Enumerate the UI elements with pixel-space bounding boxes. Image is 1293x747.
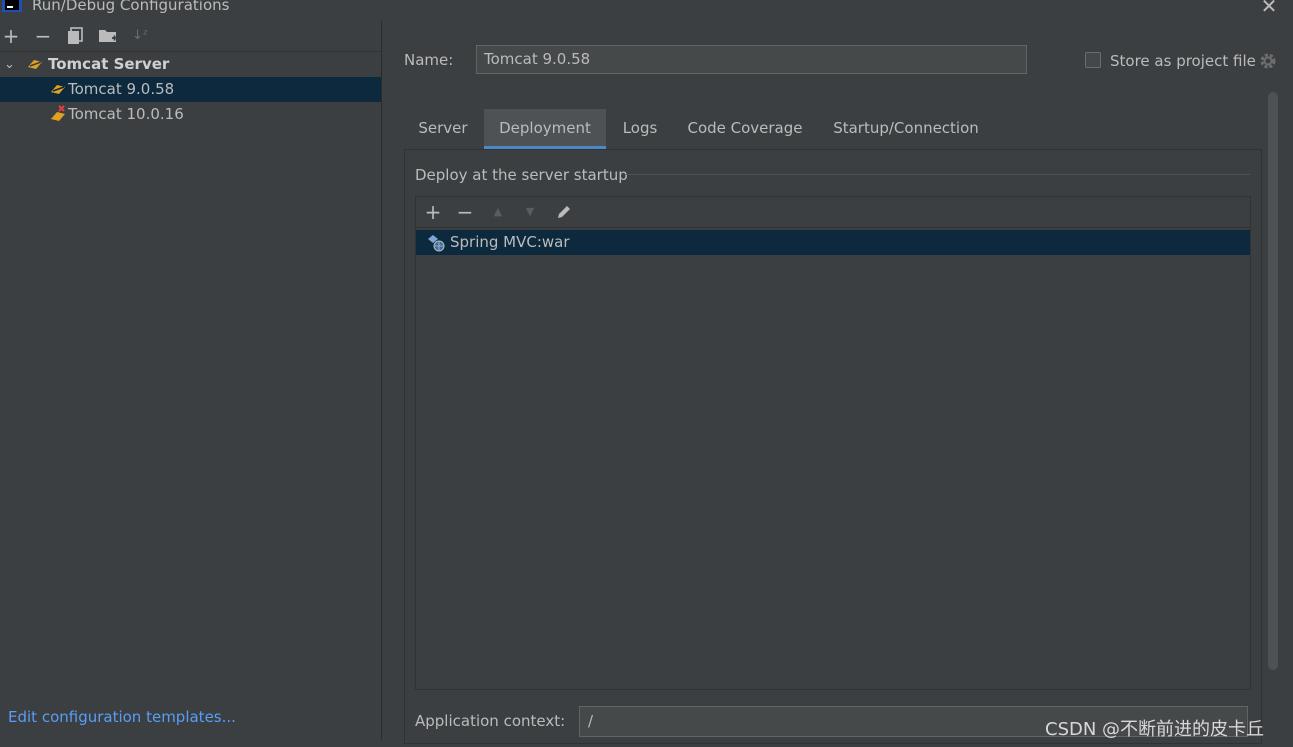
edit-configuration-templates-link[interactable]: Edit configuration templates... — [8, 708, 236, 726]
artifact-toolbar: + − ▲ ▼ — [416, 197, 1250, 228]
tree-item-tomcat-9[interactable]: Tomcat 9.0.58 — [0, 77, 381, 102]
move-up-button[interactable]: ▲ — [487, 200, 509, 224]
chevron-down-icon[interactable]: ⌄ — [4, 52, 15, 77]
tree-item-tomcat-10[interactable]: Tomcat 10.0.16 — [0, 102, 381, 127]
tab-server[interactable]: Server — [404, 109, 482, 149]
remove-configuration-button[interactable]: − — [32, 24, 54, 48]
tab-deployment[interactable]: Deployment — [484, 109, 606, 149]
deploy-section-label: Deploy at the server startup — [415, 166, 628, 184]
tab-logs[interactable]: Logs — [610, 109, 670, 149]
folder-icon — [99, 30, 117, 42]
vertical-scrollbar[interactable] — [1268, 92, 1278, 670]
tab-startup-connection[interactable]: Startup/Connection — [828, 109, 984, 149]
tomcat-error-icon — [51, 105, 65, 121]
close-icon[interactable]: ✕ — [1258, 0, 1280, 18]
artifact-row[interactable]: Spring MVC:war — [416, 230, 1250, 255]
tree-group-tomcat-server[interactable]: ⌄ Tomcat Server — [0, 52, 381, 77]
tree-group-label: Tomcat Server — [48, 55, 170, 73]
web-artifact-icon — [428, 235, 445, 252]
store-as-project-file-checkbox[interactable] — [1085, 52, 1101, 68]
store-as-project-file-label[interactable]: Store as project file — [1110, 52, 1256, 70]
tomcat-icon — [28, 60, 42, 69]
section-separator — [626, 174, 1250, 175]
sort-configurations-button[interactable]: ↓ᶻ — [129, 24, 151, 48]
name-label: Name: — [404, 51, 454, 69]
config-toolbar: + − ↓ᶻ — [0, 24, 381, 50]
name-input[interactable]: Tomcat 9.0.58 — [476, 45, 1027, 74]
tree-item-label: Tomcat 9.0.58 — [68, 80, 175, 98]
add-artifact-button[interactable]: + — [422, 200, 444, 224]
tomcat-icon — [51, 85, 65, 94]
tree-item-label: Tomcat 10.0.16 — [68, 105, 184, 123]
remove-artifact-button[interactable]: − — [454, 200, 476, 224]
move-to-folder-button[interactable] — [97, 24, 119, 48]
artifact-label: Spring MVC:war — [450, 233, 570, 251]
copy-configuration-button[interactable] — [64, 24, 86, 48]
artifact-list — [415, 196, 1251, 690]
edit-artifact-button[interactable] — [553, 200, 575, 224]
add-configuration-button[interactable]: + — [0, 24, 22, 48]
config-tree-panel — [0, 21, 382, 740]
pencil-icon — [558, 206, 570, 218]
gear-icon[interactable] — [1258, 51, 1278, 71]
watermark-text: CSDN @不断前进的皮卡丘 — [1045, 719, 1265, 740]
tab-code-coverage[interactable]: Code Coverage — [682, 109, 808, 149]
intellij-app-icon — [2, 0, 22, 12]
application-context-label: Application context: — [415, 712, 566, 730]
move-down-button[interactable]: ▼ — [519, 200, 541, 224]
window-title: Run/Debug Configurations — [32, 0, 230, 14]
copy-icon — [68, 27, 83, 44]
